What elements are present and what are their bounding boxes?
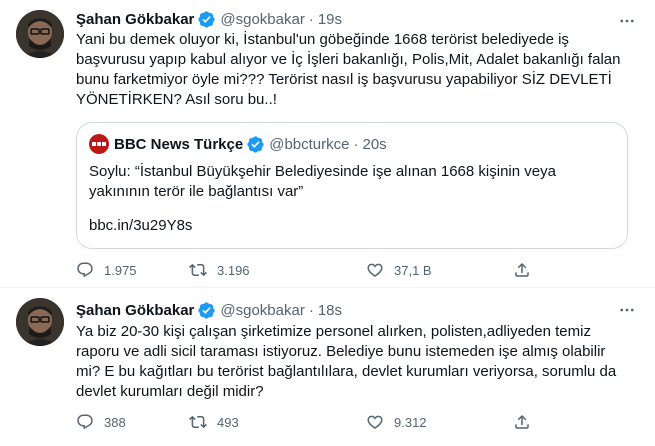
quote-avatar — [89, 134, 109, 154]
quote-link[interactable]: bbc.in/3u29Y8s — [89, 216, 192, 236]
like-button[interactable]: 9.312 — [366, 412, 427, 432]
like-icon — [367, 263, 383, 277]
tweet-actions: 388 493 9.312 — [76, 412, 536, 432]
share-button[interactable] — [513, 412, 531, 432]
author-handle[interactable]: @sgokbakar — [220, 11, 304, 28]
quote-tweet[interactable]: BBC News Türkçe @bbcturkce · 20s Soylu: … — [76, 122, 628, 249]
author-name[interactable]: Şahan Gökbakar — [76, 302, 194, 319]
verified-badge-icon — [246, 135, 265, 154]
quote-text: Soylu: “İstanbul Büyükşehir Belediyesind… — [89, 163, 556, 200]
quote-timestamp: 20s — [362, 135, 387, 153]
reply-count: 1.975 — [104, 262, 137, 278]
like-button[interactable]: 37,1 B — [366, 260, 432, 280]
tweet-text: Ya biz 20-30 kişi çalışan şirketimize pe… — [76, 323, 617, 400]
author-handle[interactable]: @sgokbakar — [220, 302, 304, 319]
avatar[interactable] — [16, 298, 64, 346]
retweet-button[interactable]: 3.196 — [189, 260, 250, 280]
share-icon — [515, 262, 529, 277]
reply-button[interactable]: 388 — [76, 412, 126, 432]
reply-icon — [77, 262, 93, 278]
timestamp[interactable]: 18s — [318, 302, 342, 319]
more-icon[interactable] — [617, 300, 637, 320]
tweet[interactable]: Şahan Gökbakar @sgokbakar · 19s Yani bu … — [0, 0, 655, 288]
like-count: 37,1 B — [394, 262, 432, 278]
verified-badge-icon — [197, 10, 216, 29]
retweet-icon — [189, 415, 207, 429]
retweet-count: 3.196 — [217, 262, 250, 278]
separator-dot: · — [308, 301, 314, 319]
separator-dot: · — [308, 10, 314, 28]
more-icon[interactable] — [617, 11, 637, 31]
avatar[interactable] — [16, 10, 64, 58]
tweet-actions: 1.975 3.196 37,1 B — [76, 260, 536, 280]
quote-author-name: BBC News Türkçe — [114, 135, 244, 153]
author-name[interactable]: Şahan Gökbakar — [76, 11, 194, 28]
timestamp[interactable]: 19s — [318, 11, 342, 28]
separator-dot: · — [353, 135, 359, 153]
tweet-text: Yani bu demek oluyor ki, İstanbul'un göb… — [76, 31, 621, 108]
verified-badge-icon — [197, 301, 216, 320]
retweet-count: 493 — [217, 414, 239, 430]
retweet-icon — [189, 263, 207, 277]
share-icon — [515, 414, 529, 429]
tweet-header: Şahan Gökbakar @sgokbakar · 19s — [76, 9, 342, 29]
reply-icon — [77, 414, 93, 430]
quote-header: BBC News Türkçe @bbcturkce · 20s — [89, 134, 387, 154]
tweet-header: Şahan Gökbakar @sgokbakar · 18s — [76, 300, 342, 320]
reply-count: 388 — [104, 414, 126, 430]
quote-author-handle: @bbcturkce — [269, 135, 350, 153]
retweet-button[interactable]: 493 — [189, 412, 239, 432]
share-button[interactable] — [513, 260, 531, 280]
like-icon — [367, 415, 383, 429]
like-count: 9.312 — [394, 414, 427, 430]
reply-button[interactable]: 1.975 — [76, 260, 137, 280]
tweet[interactable]: Şahan Gökbakar @sgokbakar · 18s Ya biz 2… — [0, 289, 655, 446]
